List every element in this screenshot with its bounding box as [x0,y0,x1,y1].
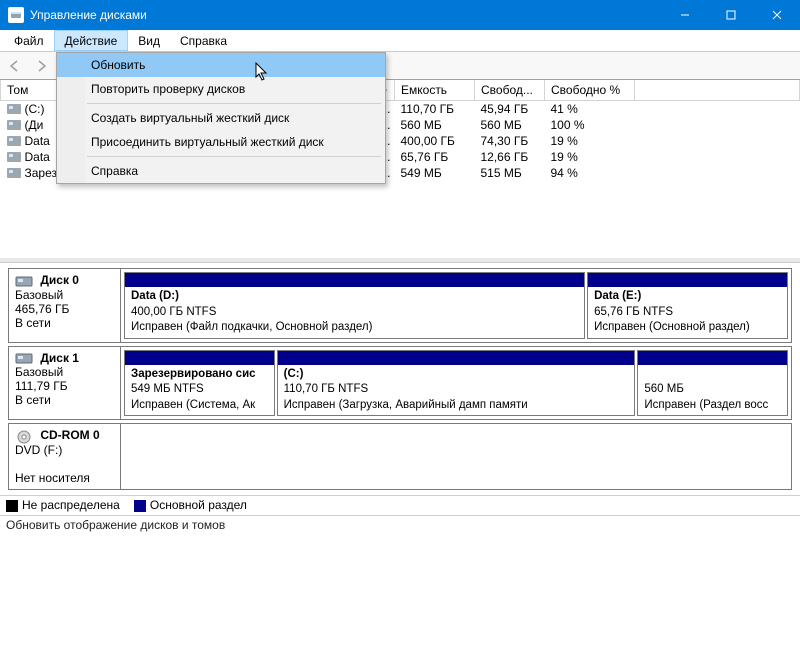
disk-map: Диск 0Базовый465,76 ГБВ сети Data (D:)40… [0,262,800,495]
window-title: Управление дисками [30,8,147,22]
menu-rescan[interactable]: Повторить проверку дисков [57,77,385,101]
menu-help[interactable]: Справка [170,30,237,51]
close-button[interactable] [754,0,800,30]
disk-row[interactable]: Диск 1Базовый111,79 ГБВ сети Зарезервиро… [8,346,792,421]
legend-unalloc: Не распределена [22,498,120,512]
titlebar: Управление дисками [0,0,800,30]
status-bar: Обновить отображение дисков и томов [0,515,800,535]
col-capacity[interactable]: Емкость [395,80,475,100]
legend-primary: Основной раздел [150,498,247,512]
menu-create-vhd[interactable]: Создать виртуальный жесткий диск [57,106,385,130]
maximize-button[interactable] [708,0,754,30]
col-freepct[interactable]: Свободно % [545,80,635,100]
col-free[interactable]: Свобод... [475,80,545,100]
disk-icon [15,351,35,365]
volume-icon [7,136,21,146]
disk-icon [15,429,35,443]
disk-row[interactable]: Диск 0Базовый465,76 ГБВ сети Data (D:)40… [8,268,792,343]
legend: Не распределена Основной раздел [0,495,800,515]
minimize-button[interactable] [662,0,708,30]
menu-action[interactable]: Действие [54,30,129,51]
disk-icon [15,274,35,288]
partition[interactable]: 560 МБИсправен (Раздел восс [637,350,788,417]
disk-info: CD-ROM 0DVD (F:)Нет носителя [9,424,121,489]
menubar: Файл Действие Вид Справка [0,30,800,52]
forward-button[interactable] [30,55,52,77]
volume-icon [7,168,21,178]
action-dropdown: Обновить Повторить проверку дисков Созда… [56,52,386,184]
volume-icon [7,152,21,162]
partition[interactable]: (C:)110,70 ГБ NTFSИсправен (Загрузка, Ав… [277,350,636,417]
volume-icon [7,104,21,114]
volume-icon [7,120,21,130]
partition[interactable]: Зарезервировано сис549 МБ NTFSИсправен (… [124,350,275,417]
disk-info: Диск 0Базовый465,76 ГБВ сети [9,269,121,342]
menu-refresh[interactable]: Обновить [57,53,385,77]
disk-row[interactable]: CD-ROM 0DVD (F:)Нет носителя [8,423,792,490]
partition[interactable]: Data (D:)400,00 ГБ NTFSИсправен (Файл по… [124,272,585,339]
back-button[interactable] [4,55,26,77]
menu-file[interactable]: Файл [4,30,54,51]
disk-info: Диск 1Базовый111,79 ГБВ сети [9,347,121,420]
menu-attach-vhd[interactable]: Присоединить виртуальный жесткий диск [57,130,385,154]
app-icon [8,7,24,23]
menu-dd-help[interactable]: Справка [57,159,385,183]
partition[interactable]: Data (E:)65,76 ГБ NTFSИсправен (Основной… [587,272,788,339]
menu-view[interactable]: Вид [128,30,170,51]
